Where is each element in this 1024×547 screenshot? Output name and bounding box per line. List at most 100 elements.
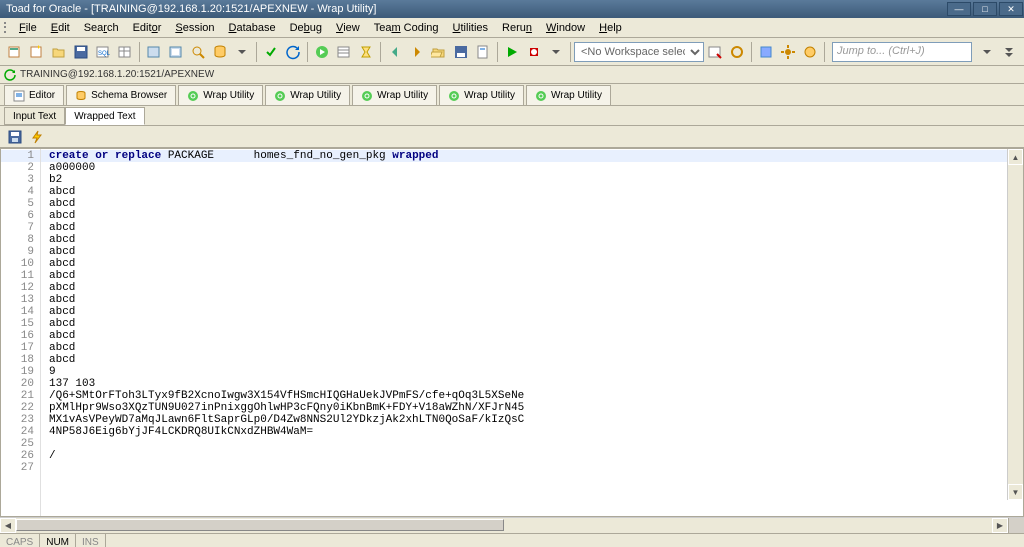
code-line[interactable]: abcd (41, 234, 1023, 246)
code-line[interactable]: abcd (41, 222, 1023, 234)
close-button[interactable]: ✕ (999, 2, 1023, 16)
scroll-right-arrow-icon[interactable]: ▶ (992, 518, 1008, 533)
tool-overflow-icon[interactable] (998, 41, 1020, 63)
code-line[interactable]: abcd (41, 198, 1023, 210)
code-line[interactable]: abcd (41, 306, 1023, 318)
code-line[interactable]: b2 (41, 174, 1023, 186)
doctab-schema-browser-1[interactable]: Schema Browser (66, 85, 176, 105)
tool-folder-icon[interactable] (48, 41, 70, 63)
menu-o[interactable]: Editor (126, 20, 169, 36)
code-line[interactable]: 137 103 (41, 378, 1023, 390)
tool-gear-icon[interactable] (777, 41, 799, 63)
horizontal-scrollbar[interactable]: ◀ ▶ (0, 517, 1024, 533)
code-line[interactable]: / (41, 450, 1023, 462)
jump-to-input[interactable]: Jump to... (Ctrl+J) (832, 42, 972, 62)
tool-wsopts-icon[interactable] (726, 41, 748, 63)
tool-back-icon[interactable] (384, 41, 406, 63)
code-line[interactable]: abcd (41, 282, 1023, 294)
code-line[interactable]: abcd (41, 342, 1023, 354)
code-line[interactable]: MX1vAsVPeyWD7aMqJLawn6FltSaprGLp0/D4Zw8N… (41, 414, 1023, 426)
doctab-label: Editor (29, 90, 55, 101)
tool-stop-icon[interactable] (523, 41, 545, 63)
menu-d[interactable]: Database (222, 20, 283, 36)
code-line[interactable]: abcd (41, 294, 1023, 306)
menu-u[interactable]: Utilities (446, 20, 495, 36)
tool-grid-icon[interactable] (114, 41, 136, 63)
code-line[interactable]: /Q6+SMtOrFToh3LTyx9fB2XcnoIwgw3X154VfHSm… (41, 390, 1023, 402)
menu-f[interactable]: File (12, 20, 44, 36)
tool-rollback-icon[interactable] (282, 41, 304, 63)
menu-r[interactable]: Search (77, 20, 126, 36)
doctab-wrap-utility-2[interactable]: Wrap Utility (178, 85, 263, 105)
tool-execute-icon[interactable] (501, 41, 523, 63)
menu-h[interactable]: Help (592, 20, 629, 36)
code-line[interactable]: abcd (41, 186, 1023, 198)
tool-wsmanage-icon[interactable] (704, 41, 726, 63)
workspace-combo[interactable]: <No Workspace selected> (574, 42, 704, 62)
code-line[interactable] (41, 462, 1023, 474)
tool-commit-icon[interactable] (260, 41, 282, 63)
tool-dropdown2-icon[interactable] (545, 41, 567, 63)
doctab-wrap-utility-6[interactable]: Wrap Utility (526, 85, 611, 105)
refresh-icon[interactable] (4, 69, 16, 81)
tool-exec-green-icon[interactable] (311, 41, 333, 63)
scroll-thumb[interactable] (16, 519, 504, 531)
tool-openfile-icon[interactable] (428, 41, 450, 63)
menu-b[interactable]: Debug (283, 20, 329, 36)
minimize-button[interactable]: — (947, 2, 971, 16)
code-line[interactable]: abcd (41, 210, 1023, 222)
scroll-up-arrow-icon[interactable]: ▲ (1008, 149, 1023, 165)
tool-dropdown-icon[interactable] (231, 41, 253, 63)
tab-wrapped-text[interactable]: Wrapped Text (65, 107, 144, 125)
tool-db-icon[interactable] (209, 41, 231, 63)
save-icon[interactable] (4, 126, 26, 148)
vertical-scrollbar[interactable]: ▲ ▼ (1007, 149, 1023, 500)
tool-report-icon[interactable] (472, 41, 494, 63)
tool-hourglass-icon[interactable] (355, 41, 377, 63)
tool-find-icon[interactable] (187, 41, 209, 63)
tool-new2-icon[interactable] (26, 41, 48, 63)
tool-sql-icon[interactable]: SQL (92, 41, 114, 63)
tool-jumpdrop-icon[interactable] (976, 41, 998, 63)
tool-grid2-icon[interactable] (333, 41, 355, 63)
doctab-label: Schema Browser (91, 90, 167, 101)
code-line[interactable]: pXMlHpr9Wso3XQzTUN9U027inPnixggOhlwHP3cF… (41, 402, 1023, 414)
lightning-icon[interactable] (26, 126, 48, 148)
tool-help-icon[interactable] (799, 41, 821, 63)
line-number: 23 (1, 414, 40, 426)
menu-e[interactable]: Edit (44, 20, 77, 36)
code-editor[interactable]: 1234567891011121314151617181920212223242… (0, 148, 1024, 517)
doctab-wrap-utility-4[interactable]: Wrap Utility (352, 85, 437, 105)
menu-s[interactable]: Session (168, 20, 221, 36)
scroll-left-arrow-icon[interactable]: ◀ (0, 518, 16, 533)
menu-v[interactable]: View (329, 20, 367, 36)
tool-window2-icon[interactable] (165, 41, 187, 63)
menu-n[interactable]: Rerun (495, 20, 539, 36)
code-line[interactable]: abcd (41, 258, 1023, 270)
code-line[interactable]: a000000 (41, 162, 1023, 174)
tool-forward-icon[interactable] (406, 41, 428, 63)
code-line[interactable]: 9 (41, 366, 1023, 378)
code-line[interactable]: abcd (41, 318, 1023, 330)
tool-savefile-icon[interactable] (450, 41, 472, 63)
tool-book-icon[interactable] (755, 41, 777, 63)
code-line[interactable]: abcd (41, 246, 1023, 258)
doctab-wrap-utility-3[interactable]: Wrap Utility (265, 85, 350, 105)
menu-w[interactable]: Window (539, 20, 592, 36)
code-area[interactable]: create or replace PACKAGE homes_fnd_no_g… (41, 149, 1023, 516)
menu-m[interactable]: Team Coding (367, 20, 446, 36)
tool-session-new-icon[interactable] (4, 41, 26, 63)
code-line[interactable]: abcd (41, 270, 1023, 282)
code-line[interactable]: create or replace PACKAGE homes_fnd_no_g… (41, 150, 1023, 162)
code-line[interactable] (41, 438, 1023, 450)
doctab-editor-0[interactable]: Editor (4, 85, 64, 105)
code-line[interactable]: 4NP58J6Eig6bYjJF4LCKDRQ8UIkCNxdZHBW4WaM= (41, 426, 1023, 438)
code-line[interactable]: abcd (41, 354, 1023, 366)
tool-save-icon[interactable] (70, 41, 92, 63)
tool-window-icon[interactable] (143, 41, 165, 63)
tab-input-text[interactable]: Input Text (4, 107, 65, 125)
code-line[interactable]: abcd (41, 330, 1023, 342)
scroll-down-arrow-icon[interactable]: ▼ (1008, 484, 1023, 500)
doctab-wrap-utility-5[interactable]: Wrap Utility (439, 85, 524, 105)
maximize-button[interactable]: □ (973, 2, 997, 16)
